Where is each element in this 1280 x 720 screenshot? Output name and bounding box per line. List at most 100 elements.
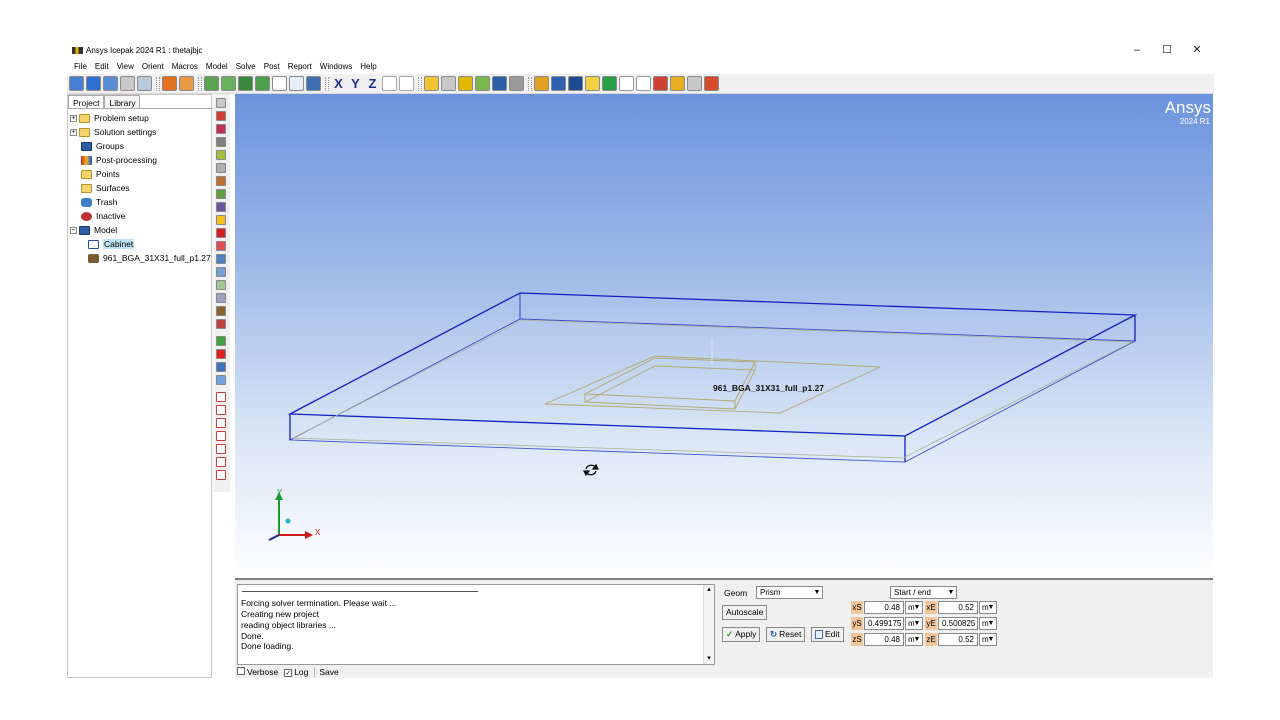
log-checkbox[interactable]: ✓ Log (284, 667, 308, 677)
edit-object-icon[interactable] (216, 336, 226, 346)
zs-input[interactable]: 0.48 (864, 633, 904, 646)
edit-button[interactable]: Edit (811, 627, 844, 642)
align-face-icon[interactable] (216, 392, 226, 402)
new-project-icon[interactable] (69, 76, 84, 91)
align-edge-icon[interactable] (216, 405, 226, 415)
history-plot-icon[interactable] (636, 76, 651, 91)
ze-input[interactable]: 0.52 (938, 633, 978, 646)
menu-macros[interactable]: Macros (168, 61, 202, 73)
tree-item-problem-setup[interactable]: + Problem setup (70, 111, 149, 125)
source-icon[interactable] (216, 163, 226, 173)
object-face-icon[interactable] (568, 76, 583, 91)
axes-icon[interactable] (382, 76, 397, 91)
zs-unit-select[interactable]: m ▼ (905, 633, 923, 646)
ys-input[interactable]: 0.499175 (864, 617, 904, 630)
isometric-view-icon[interactable] (306, 76, 321, 91)
menu-edit[interactable]: Edit (91, 61, 113, 73)
tree-item-surfaces[interactable]: Surfaces (81, 181, 130, 195)
postprocess-icon[interactable] (534, 76, 549, 91)
menu-report[interactable]: Report (284, 61, 316, 73)
network-icon[interactable] (216, 111, 226, 121)
heat-exchanger-icon[interactable] (216, 124, 226, 134)
ys-unit-select[interactable]: m ▼ (905, 617, 923, 630)
resistance-icon[interactable] (216, 267, 226, 277)
menu-windows[interactable]: Windows (316, 61, 356, 73)
maximize-button[interactable]: ☐ (1159, 44, 1175, 56)
delete-object-icon[interactable] (216, 349, 226, 359)
snap-icon[interactable] (424, 76, 439, 91)
zoom-fit-icon[interactable] (238, 76, 253, 91)
rotate-view-icon[interactable] (255, 76, 270, 91)
tab-library[interactable]: Library (104, 95, 141, 108)
package-tool-icon[interactable] (216, 293, 226, 303)
match-edge-icon[interactable] (216, 444, 226, 454)
geom-type-select[interactable]: Prism ▼ (756, 586, 823, 599)
component-icon[interactable] (216, 306, 226, 316)
isosurface-icon[interactable] (585, 76, 600, 91)
tab-project[interactable]: Project (68, 95, 105, 108)
save-log-button[interactable]: Save (314, 667, 339, 677)
reset-button[interactable]: ↻ Reset (766, 627, 806, 642)
zoom-icon[interactable] (204, 76, 219, 91)
warning-icon[interactable] (458, 76, 473, 91)
dropdown-arrow-icon[interactable]: ▼ (813, 588, 821, 597)
enclosure-icon[interactable] (216, 189, 226, 199)
graphics-viewport[interactable]: 961_BGA_31X31_full_p1.27 Y X Ansys 2024 … (235, 94, 1213, 578)
wall-icon[interactable] (216, 215, 226, 225)
tree-item-bga-package[interactable]: 961_BGA_31X31_full_p1.27 (88, 251, 211, 265)
tree-item-groups[interactable]: Groups (81, 139, 124, 153)
collapse-icon[interactable]: − (70, 226, 77, 234)
checkbox-checked-icon[interactable]: ✓ (284, 669, 293, 677)
menu-solve[interactable]: Solve (232, 61, 260, 73)
scroll-down-icon[interactable]: ▾ (704, 654, 714, 664)
undo-icon[interactable] (162, 76, 177, 91)
dropdown-arrow-icon[interactable]: ▼ (913, 635, 921, 644)
residuals-icon[interactable] (509, 76, 524, 91)
message-scrollbar[interactable]: ▴ ▾ (703, 585, 714, 664)
copy-object-icon[interactable] (216, 362, 226, 372)
fan-icon[interactable] (216, 241, 226, 251)
tree-item-inactive[interactable]: Inactive (81, 209, 125, 223)
ye-unit-select[interactable]: m ▼ (979, 617, 997, 630)
scroll-up-icon[interactable]: ▴ (704, 585, 714, 595)
xe-unit-select[interactable]: m ▼ (979, 601, 997, 614)
grille-icon[interactable] (216, 150, 226, 160)
menu-help[interactable]: Help (356, 61, 380, 73)
multi-view-icon[interactable] (289, 76, 304, 91)
match-vertex-icon[interactable] (216, 457, 226, 467)
tree-item-cabinet[interactable]: Cabinet (88, 237, 135, 251)
dropdown-arrow-icon[interactable]: ▼ (947, 588, 955, 597)
morph-icon[interactable] (216, 470, 226, 480)
dropdown-arrow-icon[interactable]: ▼ (987, 603, 995, 612)
move-object-icon[interactable] (216, 375, 226, 385)
match-face-icon[interactable] (216, 431, 226, 441)
close-button[interactable]: ✕ (1189, 44, 1205, 56)
tree-item-model[interactable]: − Model (70, 223, 117, 237)
tree-item-post-processing[interactable]: Post-processing (81, 153, 157, 167)
xs-unit-select[interactable]: m ▼ (905, 601, 923, 614)
tree-item-trash[interactable]: Trash (81, 195, 117, 209)
block-icon[interactable] (216, 228, 226, 238)
view-z-button[interactable]: Z (365, 76, 380, 91)
dropdown-arrow-icon[interactable]: ▼ (913, 603, 921, 612)
dropdown-arrow-icon[interactable]: ▼ (987, 619, 995, 628)
geom-spec-select[interactable]: Start / end ▼ (890, 586, 957, 599)
expand-icon[interactable]: + (70, 128, 77, 136)
assembly-icon[interactable] (216, 98, 226, 108)
save-project-icon[interactable] (103, 76, 118, 91)
mesh-display-icon[interactable] (441, 76, 456, 91)
menu-post[interactable]: Post (260, 61, 284, 73)
expand-icon[interactable]: + (70, 114, 77, 122)
solve-icon[interactable] (492, 76, 507, 91)
align-vertex-icon[interactable] (216, 418, 226, 428)
zoom-box-icon[interactable] (221, 76, 236, 91)
xe-input[interactable]: 0.52 (938, 601, 978, 614)
menu-model[interactable]: Model (202, 61, 232, 73)
heat-sink-icon[interactable] (216, 280, 226, 290)
open-project-icon[interactable] (86, 76, 101, 91)
view-y-button[interactable]: Y (348, 76, 363, 91)
tree-item-solution-settings[interactable]: + Solution settings (70, 125, 156, 139)
summary-report-icon[interactable] (653, 76, 668, 91)
menu-view[interactable]: View (113, 61, 138, 73)
align-icon[interactable] (399, 76, 414, 91)
